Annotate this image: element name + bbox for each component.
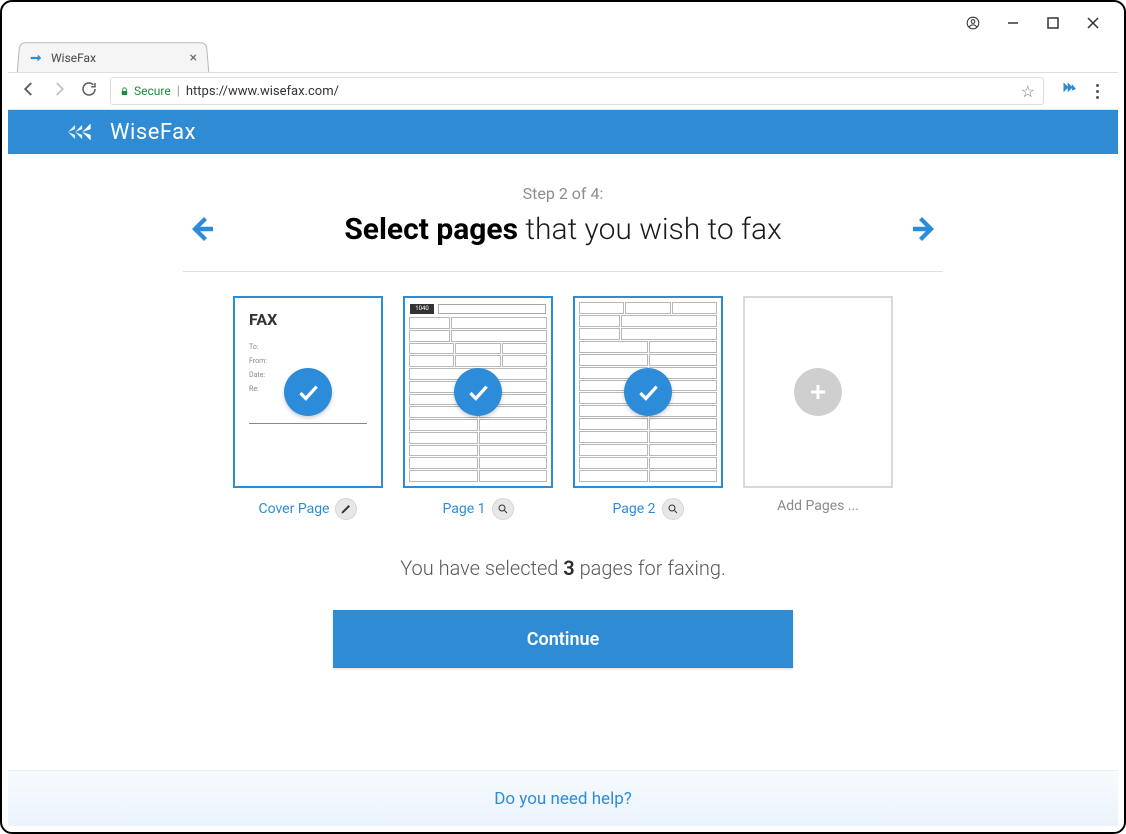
tab-close-icon[interactable]: × [189, 50, 198, 66]
selected-check-icon [454, 368, 502, 416]
thumb-page-2-label[interactable]: Page 2 [613, 501, 656, 517]
window-close-button[interactable] [1086, 16, 1100, 30]
cover-title: FAX [249, 310, 367, 329]
thumb-cover-preview[interactable]: FAX To: From: Date: Re: [233, 296, 383, 488]
zoom-page-1-button[interactable] [492, 498, 514, 520]
tab-favicon-icon [28, 51, 43, 65]
thumb-page-2: Page 2 [573, 296, 723, 520]
zoom-page-2-button[interactable] [662, 498, 684, 520]
url-separator: | [177, 84, 180, 99]
thumb-page-2-preview[interactable] [573, 296, 723, 488]
nav-forward-button[interactable] [50, 80, 68, 103]
brand-logo-icon [68, 121, 102, 143]
selected-check-icon [624, 368, 672, 416]
continue-button[interactable]: Continue [333, 610, 793, 668]
tab-title: WiseFax [51, 51, 182, 65]
thumb-add-label-row: Add Pages ... [777, 498, 859, 514]
summary-suffix: pages for faxing. [575, 556, 726, 580]
window-minimize-button[interactable] [1006, 16, 1020, 30]
brand-name: WiseFax [110, 120, 196, 145]
app-header: WiseFax [8, 110, 1118, 154]
continue-label: Continue [527, 629, 600, 650]
headline-bold: Select pages [344, 212, 518, 247]
url-input[interactable]: Secure | https://www.wisefax.com/ ☆ [110, 77, 1044, 105]
help-bar: Do you need help? [8, 770, 1118, 826]
headline-row: Select pages that you wish to fax [183, 211, 943, 247]
form-id-badge: 1040 [410, 304, 434, 314]
thumb-page-2-label-row: Page 2 [613, 498, 684, 520]
browser-window: WiseFax × Secure | https://www.wisefax.c… [0, 0, 1126, 834]
browser-menu-button[interactable] [1088, 84, 1106, 99]
window-maximize-button[interactable] [1046, 16, 1060, 30]
browser-tab[interactable]: WiseFax × [17, 42, 210, 72]
wizard-next-button[interactable] [907, 211, 943, 247]
headline-rest: that you wish to fax [518, 212, 782, 247]
browser-address-bar: Secure | https://www.wisefax.com/ ☆ [8, 72, 1118, 110]
page-thumbnails: FAX To: From: Date: Re: Cover Page [183, 296, 943, 520]
browser-tabstrip: WiseFax × [8, 38, 1118, 72]
secure-badge: Secure [119, 84, 171, 98]
selected-check-icon [284, 368, 332, 416]
edit-cover-button[interactable] [335, 498, 357, 520]
selection-summary: You have selected 3 pages for faxing. [400, 556, 726, 580]
thumb-page-1: 1040 [403, 296, 553, 520]
section-divider [183, 271, 943, 272]
help-link[interactable]: Do you need help? [494, 789, 632, 809]
headline: Select pages that you wish to fax [219, 212, 907, 247]
summary-prefix: You have selected [400, 556, 563, 580]
secure-label: Secure [134, 84, 171, 98]
page-content: WiseFax Step 2 of 4: Select pages that y… [8, 110, 1118, 826]
thumb-add-label[interactable]: Add Pages ... [777, 498, 859, 514]
add-pages-button[interactable] [743, 296, 893, 488]
nav-reload-button[interactable] [80, 80, 98, 102]
wizard-prev-button[interactable] [183, 211, 219, 247]
thumb-cover-label-row: Cover Page [259, 498, 358, 520]
window-titlebar [8, 8, 1118, 38]
bookmark-star-icon[interactable]: ☆ [1021, 82, 1035, 101]
nav-back-button[interactable] [20, 80, 38, 103]
summary-count: 3 [563, 556, 574, 580]
thumb-page-1-label-row: Page 1 [443, 498, 514, 520]
step-indicator: Step 2 of 4: [523, 184, 604, 203]
thumb-page-1-label[interactable]: Page 1 [443, 501, 486, 517]
plus-icon [794, 368, 842, 416]
thumb-add: Add Pages ... [743, 296, 893, 520]
user-account-icon[interactable] [966, 16, 980, 30]
url-text: https://www.wisefax.com/ [186, 84, 339, 99]
thumb-cover-label[interactable]: Cover Page [259, 501, 330, 517]
wizard-step: Step 2 of 4: Select pages that you wish … [8, 154, 1118, 668]
thumb-page-1-preview[interactable]: 1040 [403, 296, 553, 488]
thumb-cover: FAX To: From: Date: Re: Cover Page [233, 296, 383, 520]
extension-icon[interactable] [1056, 81, 1076, 102]
